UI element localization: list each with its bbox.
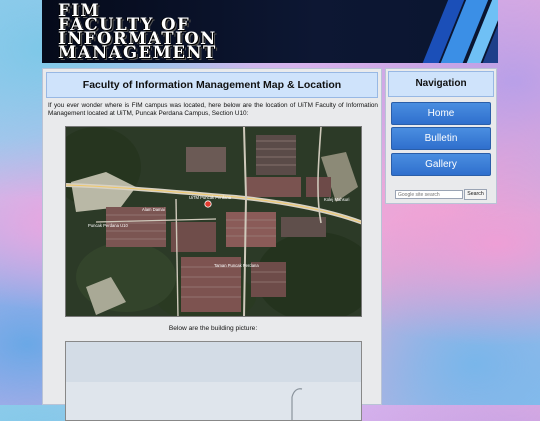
search-button[interactable]: Search [464,189,487,200]
main-content-panel: Faculty of Information Management Map & … [42,68,382,421]
logo-line: MANAGEMENT [58,43,217,62]
navigation-title: Navigation [388,71,494,97]
photo-caption: Below are the building picture: [168,325,258,332]
page-title: Faculty of Information Management Map & … [46,72,378,98]
map-label: Kolej Mahsuri [324,197,349,202]
nav-home-button[interactable]: Home [391,102,491,125]
site-search-input[interactable] [395,190,463,199]
map-label: UiTM Puncak Perdana [189,195,232,200]
nav-bulletin-button[interactable]: Bulletin [391,127,491,150]
intro-paragraph: If you ever wonder where is FIM campus w… [48,102,378,117]
nav-gallery-button[interactable]: Gallery [391,153,491,176]
map-label: Alam Damai [142,207,165,212]
navigation-panel: Navigation Home Bulletin Gallery Search [385,68,497,204]
site-logo[interactable]: FIM FACULTY OF INFORMATION MANAGEMENT [58,2,217,62]
map-label: Puncak Perdana U10 [88,223,128,228]
building-photo[interactable] [65,341,362,421]
map-label: Taman Puncak Perdana [214,263,259,268]
site-header: FIM FACULTY OF INFORMATION MANAGEMENT [42,0,498,63]
satellite-map: UiTM Puncak Perdana Kolej Mahsuri Alam D… [66,127,361,316]
building-photo-art [66,342,361,420]
campus-map-image[interactable]: UiTM Puncak Perdana Kolej Mahsuri Alam D… [65,126,362,317]
